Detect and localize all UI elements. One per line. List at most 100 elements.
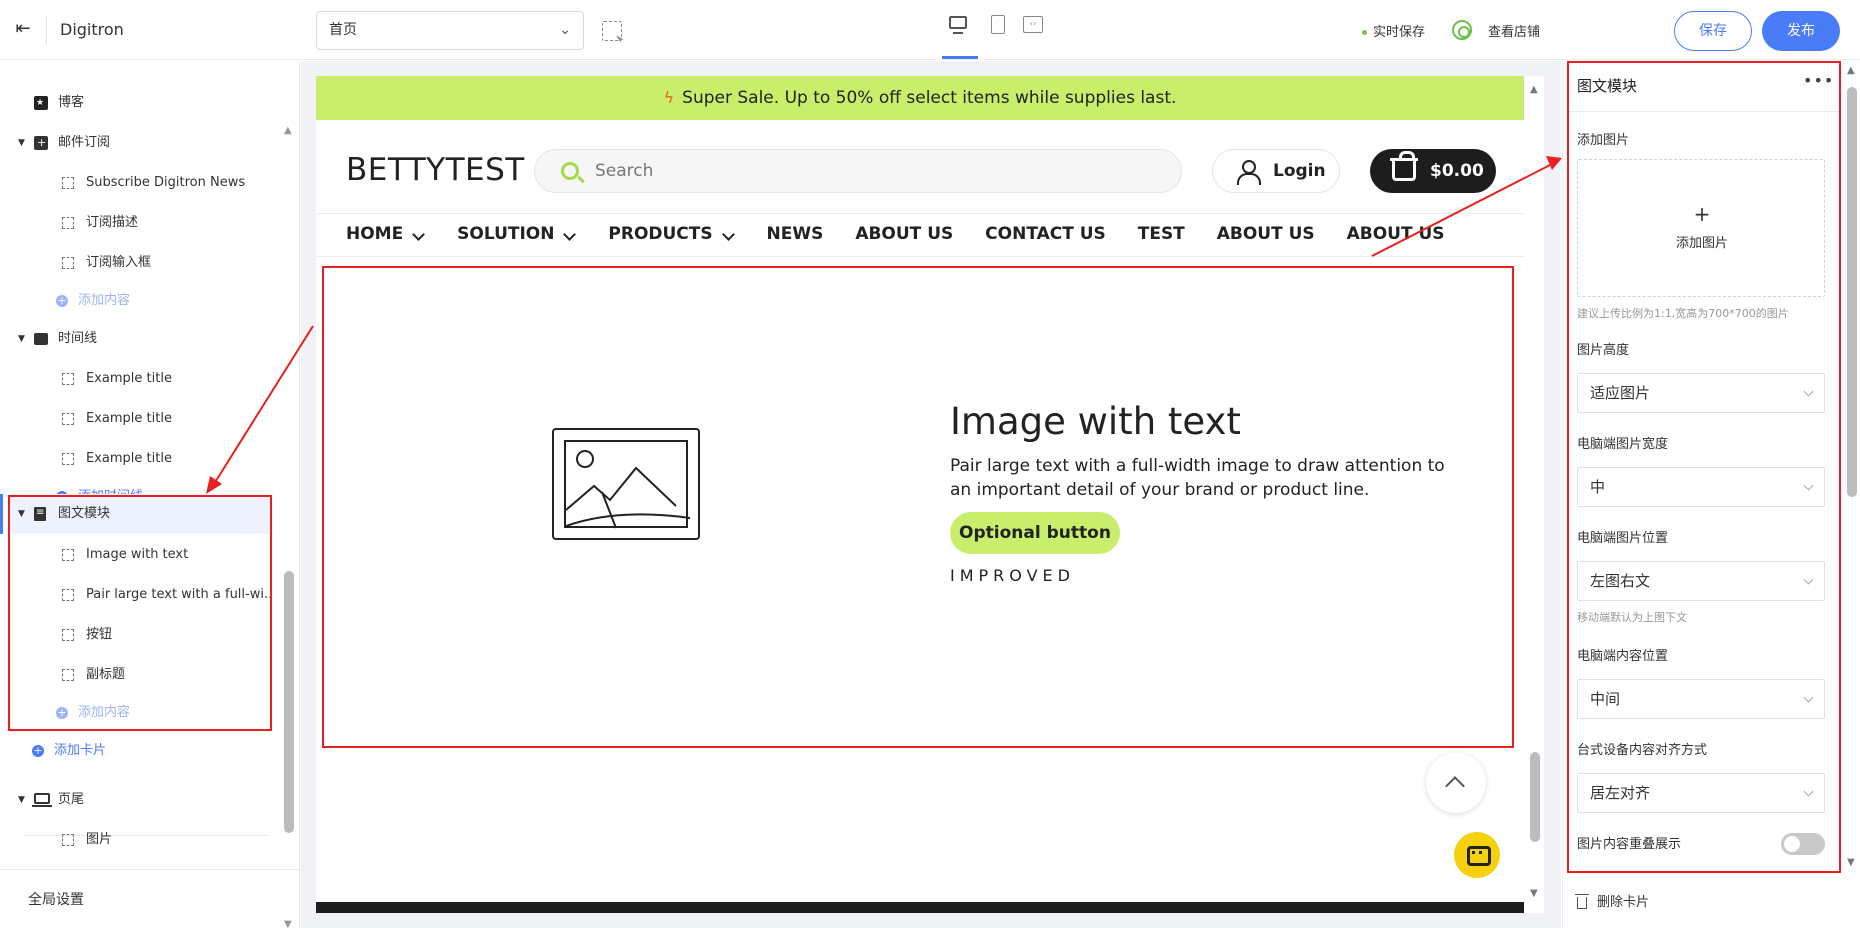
tree-item-label: 图片: [86, 832, 113, 847]
tree-item-label: 时间线: [58, 331, 98, 346]
selected-indicator: [0, 494, 3, 534]
laptop-icon: [32, 793, 52, 807]
nav-item-about-us[interactable]: ABOUT US: [1347, 224, 1445, 244]
page-select-value: 首页: [329, 22, 357, 38]
global-settings-link[interactable]: 全局设置: [28, 889, 84, 909]
caret-down-icon[interactable]: ▼: [18, 123, 25, 163]
footer-bar: [316, 902, 1524, 913]
store-preview: ϟ Super Sale. Up to 50% off select items …: [316, 76, 1544, 913]
page-select[interactable]: 首页 ⌄: [316, 11, 584, 50]
settings-panel: 图文模块 ••• 添加图片 + 添加图片 建议上传比例为1:1,宽高为700*7…: [1562, 61, 1860, 928]
cart-total: $0.00: [1430, 161, 1484, 181]
scroll-up-icon[interactable]: ▲: [284, 125, 292, 136]
scroll-up-icon[interactable]: ▲: [1530, 84, 1538, 95]
caret-down-icon[interactable]: ▼: [18, 319, 25, 359]
nav-item-products[interactable]: PRODUCTS: [608, 224, 734, 244]
publish-button[interactable]: 发布: [1762, 11, 1840, 51]
basket-icon: [1390, 151, 1418, 181]
optional-button[interactable]: Optional button: [950, 512, 1120, 554]
add-card-button[interactable]: + 添加卡片: [0, 731, 280, 771]
lightning-icon: ϟ: [663, 88, 675, 107]
select-element-icon[interactable]: [602, 21, 622, 41]
scroll-down-icon[interactable]: ▼: [284, 919, 292, 928]
nav-item-about-us[interactable]: ABOUT US: [1217, 224, 1315, 244]
tree-item-block[interactable]: Example title: [0, 439, 280, 479]
highlight-box: [1567, 61, 1841, 873]
tree-item-label: Subscribe Digitron News: [86, 175, 246, 190]
cart-button[interactable]: $0.00: [1370, 149, 1496, 193]
nav-item-contact-us[interactable]: CONTACT US: [985, 224, 1106, 244]
section-heading: Image with text: [950, 400, 1241, 443]
block-frame-icon: [62, 453, 74, 465]
divider: [316, 256, 1524, 257]
tree-item-label: 博客: [58, 95, 85, 110]
scroll-up-icon[interactable]: ▲: [1847, 65, 1855, 76]
sidebar-scrollbar[interactable]: ▲ ▼: [284, 125, 294, 928]
tree-item-block[interactable]: 订阅输入框: [0, 243, 280, 283]
chat-button[interactable]: [1454, 832, 1500, 878]
scroll-down-icon[interactable]: ▼: [1530, 888, 1538, 899]
tree-item-block[interactable]: Example title: [0, 399, 280, 439]
nav-item-news[interactable]: NEWS: [767, 224, 824, 244]
timeline-icon: [34, 333, 48, 345]
block-frame-icon: [62, 257, 74, 269]
tree-item-blog[interactable]: 博客: [0, 83, 280, 123]
announcement-text: Super Sale. Up to 50% off select items w…: [682, 88, 1177, 108]
editor-app: ⇤ Digitron 首页 ⌄ ‹› 实时保存 查看店铺 保存 发布 博客 ▼ …: [0, 0, 1860, 928]
store-logo[interactable]: BETTYTEST: [346, 152, 525, 188]
image-with-text-section[interactable]: [322, 266, 1514, 748]
scroll-thumb[interactable]: [1847, 87, 1857, 497]
scroll-down-icon[interactable]: ▼: [1847, 857, 1855, 868]
back-to-top-button[interactable]: [1426, 753, 1486, 813]
add-content-button[interactable]: + 添加内容: [0, 281, 280, 321]
tree-item-footer[interactable]: ▼ 页尾: [0, 780, 280, 820]
chevron-down-icon: ⌄: [559, 22, 571, 38]
nav-item-test[interactable]: TEST: [1138, 224, 1185, 244]
view-shop-link[interactable]: 查看店铺: [1488, 21, 1540, 40]
desktop-view-icon[interactable]: [948, 14, 970, 36]
block-frame-icon: [62, 413, 74, 425]
tree-item-label: 页尾: [58, 792, 85, 807]
image-placeholder-icon: [552, 428, 700, 540]
panel-scrollbar[interactable]: ▲ ▼: [1845, 61, 1859, 873]
user-icon: [1237, 160, 1261, 185]
section-subtitle: IMPROVED: [950, 566, 1075, 585]
tree-item-label: Example title: [86, 451, 172, 466]
announcement-bar[interactable]: ϟ Super Sale. Up to 50% off select items …: [316, 76, 1524, 120]
login-label: Login: [1273, 161, 1326, 181]
nav-item-about-us[interactable]: ABOUT US: [855, 224, 953, 244]
tree-item-label: Example title: [86, 411, 172, 426]
section-description: Pair large text with a full-width image …: [950, 456, 1445, 500]
tree-item-block[interactable]: 订阅描述: [0, 203, 280, 243]
delete-card-button[interactable]: 删除卡片: [1575, 891, 1650, 910]
delete-card-label: 删除卡片: [1597, 895, 1650, 910]
tree-item-block[interactable]: Subscribe Digitron News: [0, 163, 280, 203]
tree-item-block[interactable]: Example title: [0, 359, 280, 399]
autosave-label: 实时保存: [1373, 25, 1426, 40]
tree-item-block[interactable]: 图片: [0, 820, 280, 860]
blog-icon: [34, 83, 48, 123]
search-icon: [561, 162, 579, 180]
block-frame-icon: [62, 373, 74, 385]
nav-item-home[interactable]: HOME: [346, 224, 425, 244]
tree-item-label: 添加卡片: [54, 743, 107, 758]
add-circle-icon: +: [56, 294, 68, 307]
tree-item-label: 邮件订阅: [58, 135, 111, 150]
caret-down-icon[interactable]: ▼: [18, 780, 25, 820]
save-button[interactable]: 保存: [1674, 11, 1752, 51]
preview-scrollbar[interactable]: ▲ ▼: [1528, 76, 1542, 913]
login-button[interactable]: Login: [1212, 149, 1340, 193]
exit-icon[interactable]: ⇤: [12, 18, 34, 40]
top-bar: ⇤ Digitron 首页 ⌄ ‹› 实时保存 查看店铺 保存 发布: [0, 0, 1860, 60]
eye-icon[interactable]: [1452, 20, 1472, 40]
scroll-thumb[interactable]: [284, 571, 294, 833]
tree-item-newsletter[interactable]: ▼ 邮件订阅: [0, 123, 280, 163]
fullscreen-view-icon[interactable]: ‹›: [1022, 14, 1044, 36]
nav-item-solution[interactable]: SOLUTION: [457, 224, 576, 244]
tree-item-timeline[interactable]: ▼ 时间线: [0, 319, 280, 359]
brand-name: Digitron: [60, 20, 124, 39]
trash-icon: [1575, 893, 1589, 909]
tablet-view-icon[interactable]: [988, 14, 1010, 36]
search-input[interactable]: Search: [534, 149, 1182, 193]
scroll-thumb[interactable]: [1530, 752, 1540, 842]
